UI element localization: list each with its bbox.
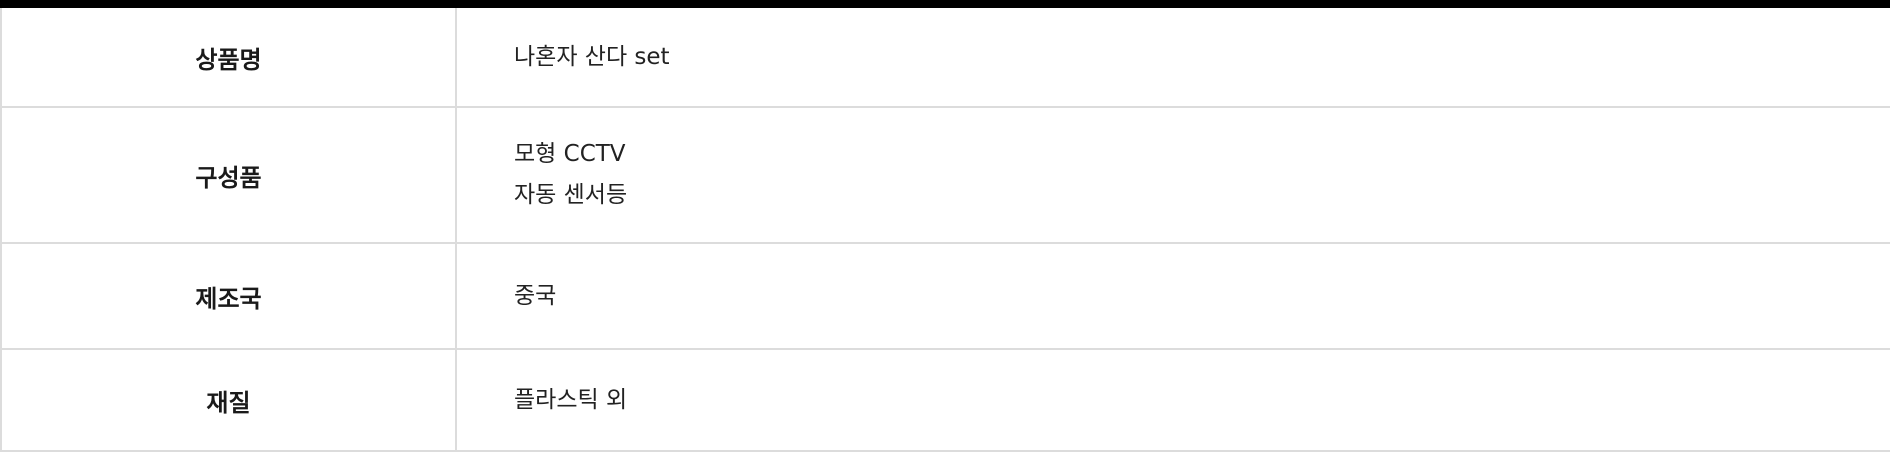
value-line: 나혼자 산다 set [514,43,670,70]
row-label-components: 구성품 [0,107,457,244]
product-info-table: 상품명 나혼자 산다 set 구성품 모형 CCTV 자동 센서등 제조국 중국… [0,8,1890,452]
value-line: 플라스틱 외 [514,386,628,413]
top-border-bar [0,0,1890,8]
row-value-product-name: 나혼자 산다 set [456,8,1890,108]
row-value-components: 모형 CCTV 자동 센서등 [456,107,1890,244]
table-row-components: 구성품 모형 CCTV 자동 센서등 [0,107,1890,244]
row-label-product-name: 상품명 [0,8,457,108]
value-line: 자동 센서등 [514,182,628,208]
table-row-material: 재질 플라스틱 외 [0,349,1890,452]
table-row-product-name: 상품명 나혼자 산다 set [0,8,1890,108]
row-value-material: 플라스틱 외 [456,349,1890,452]
row-label-country: 제조국 [0,243,457,350]
table-row-country: 제조국 중국 [0,243,1890,350]
row-label-material: 재질 [0,349,457,452]
value-line: 중국 [514,282,557,309]
row-value-country: 중국 [456,243,1890,350]
value-line: 모형 CCTV [514,141,626,167]
